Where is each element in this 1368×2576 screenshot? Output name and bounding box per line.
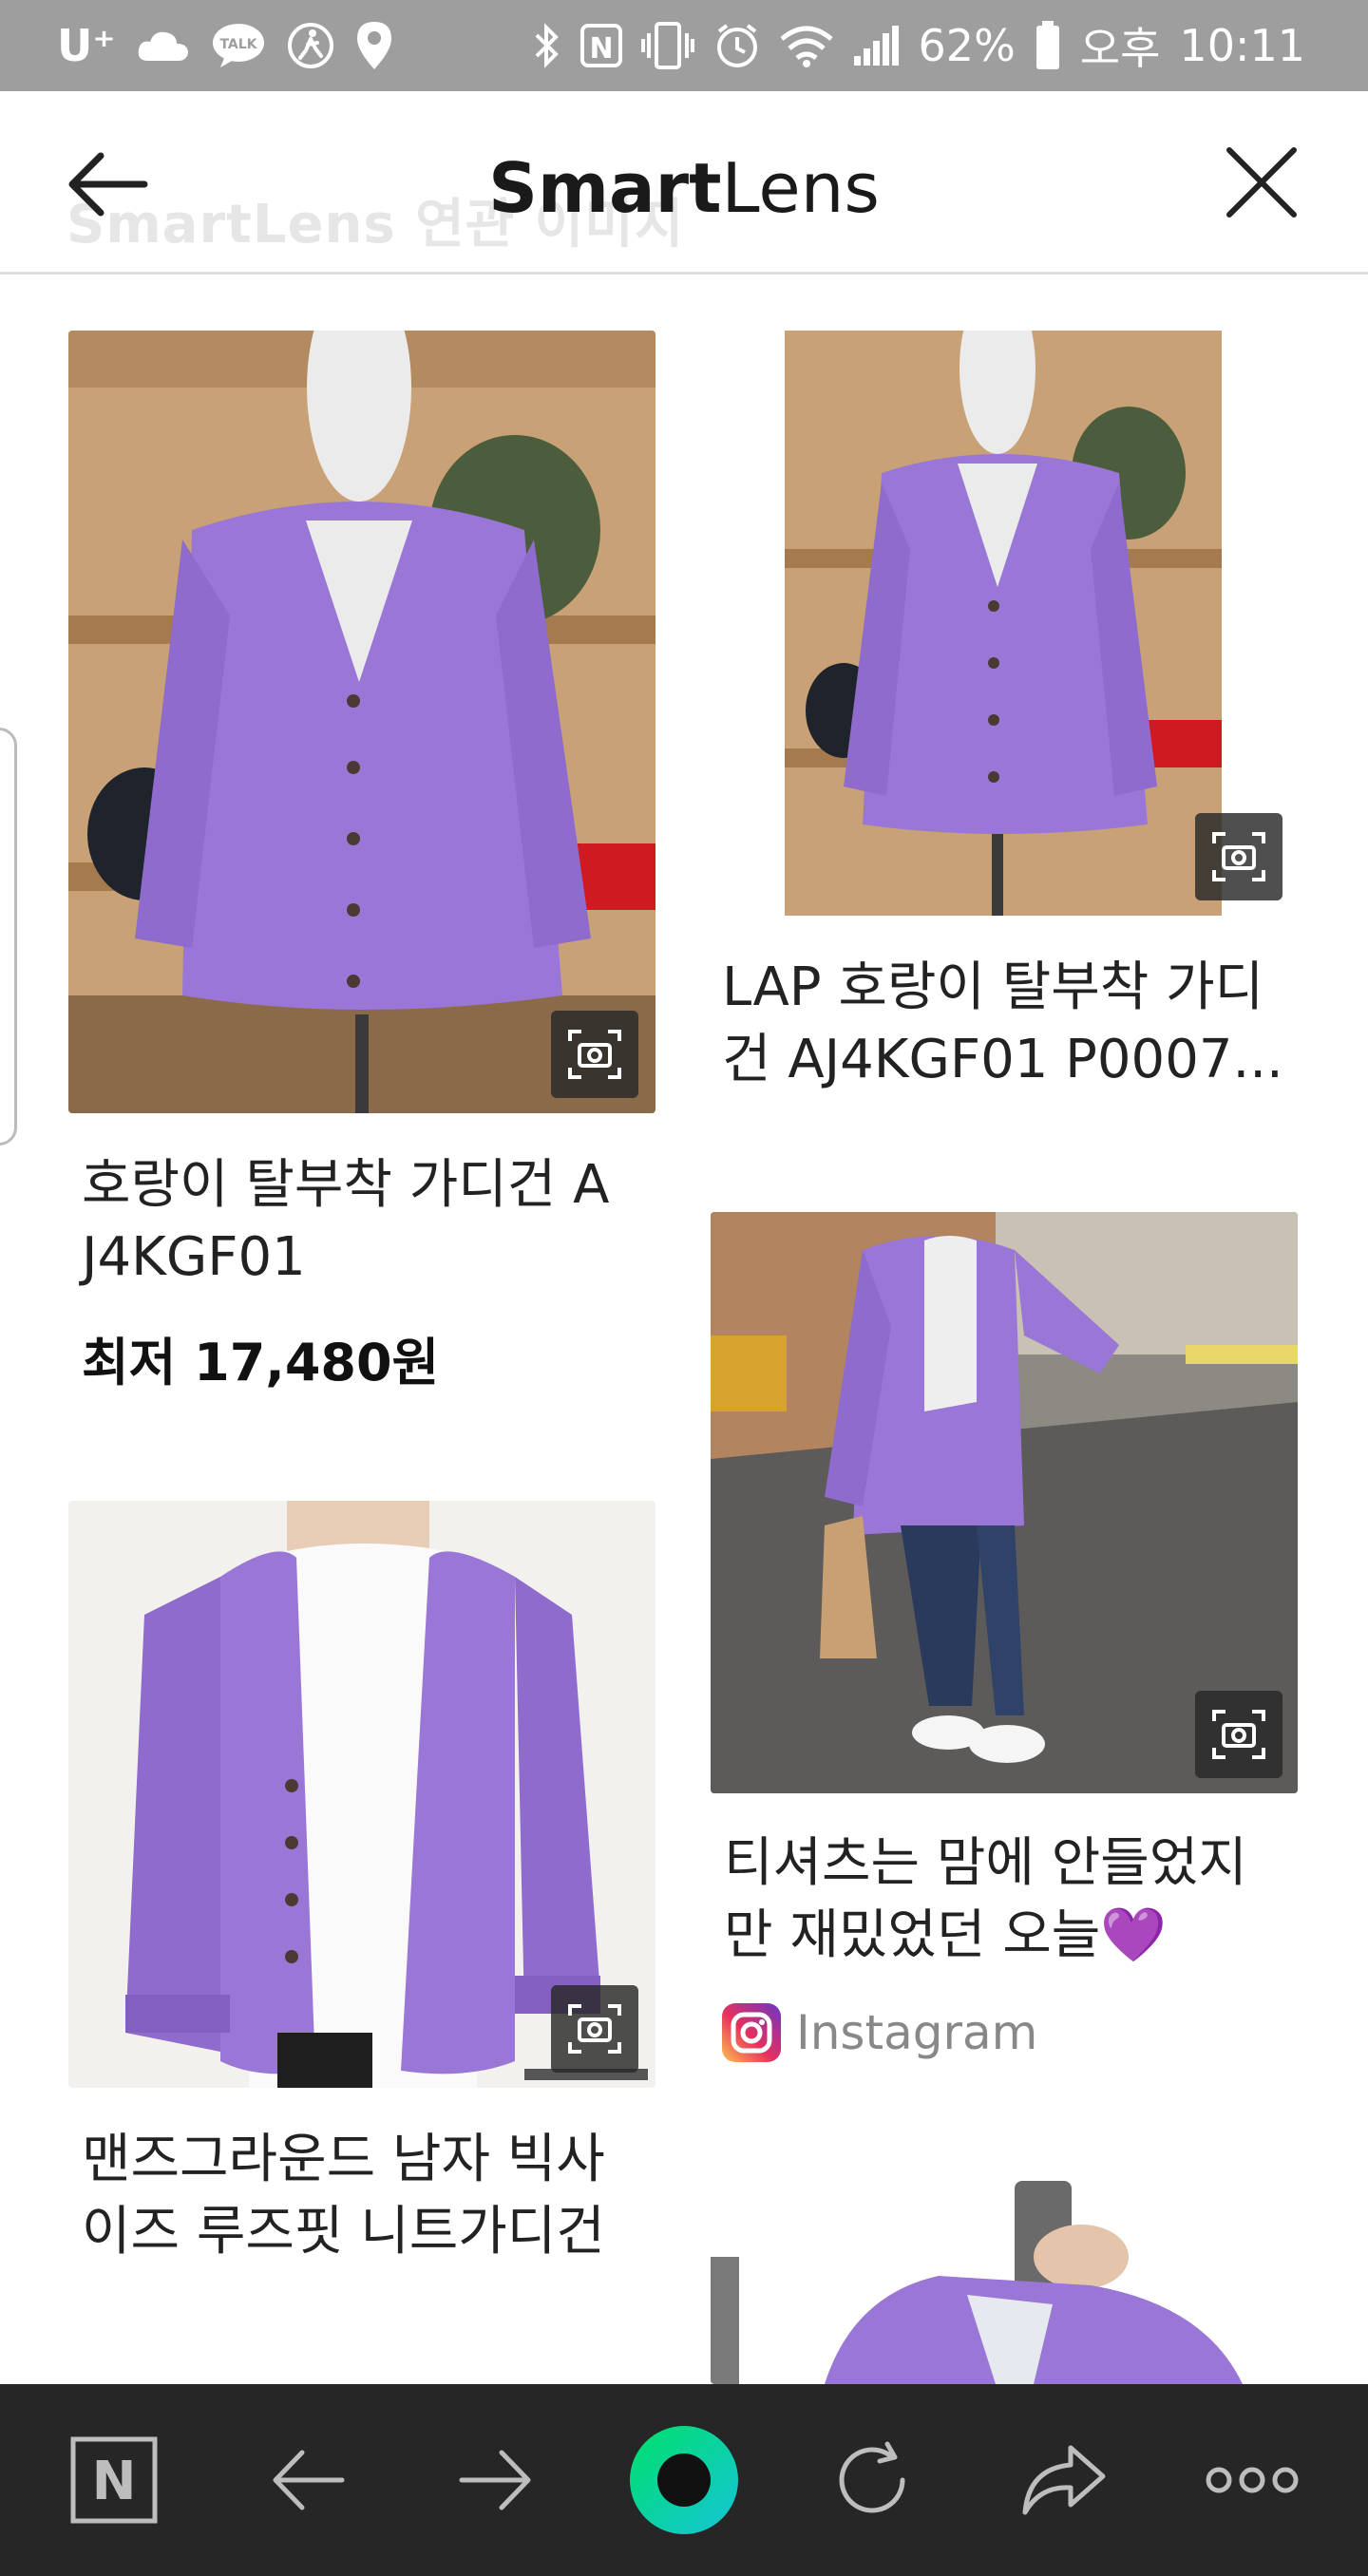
bluetooth-icon	[533, 22, 561, 69]
forward-icon	[459, 2450, 531, 2510]
title-line: 만 재밌었던 오늘💜	[724, 1904, 1167, 1966]
lens-search-button[interactable]	[551, 1985, 638, 2073]
location-icon	[355, 20, 393, 71]
status-bar: U⁺ TALK N 62% 오후 10:11	[0, 0, 1368, 91]
alarm-icon	[713, 22, 761, 69]
camera-scan-icon	[568, 2004, 621, 2054]
edge-panel-handle[interactable]	[0, 728, 17, 1146]
product-title[interactable]: 호랑이 탈부착 가디건 A J4KGF01	[82, 1149, 652, 1294]
source-name: Instagram	[796, 2005, 1038, 2060]
lens-search-button[interactable]	[1195, 1691, 1282, 1778]
greendot-button[interactable]	[618, 2384, 750, 2576]
product-image[interactable]	[68, 331, 656, 1113]
carrier-label: U⁺	[57, 20, 116, 71]
camera-scan-icon	[568, 1030, 621, 1079]
wifi-icon	[779, 24, 833, 67]
result-card[interactable]: LAP 호랑이 탈부착 가디 건 AJ4KGF01 P0007...	[711, 331, 1300, 1109]
title-line: 맨즈그라운드 남자 빅사	[82, 2129, 605, 2190]
svg-text:N: N	[589, 32, 613, 66]
post-title[interactable]: 티셔츠는 맘에 안들었지 만 재밌었던 오늘💜	[724, 1828, 1294, 1972]
naver-home-button[interactable]: N	[55, 2384, 173, 2576]
title-line: J4KGF01	[82, 1226, 306, 1288]
title-light: Lens	[721, 148, 880, 228]
title-line: 이즈 루즈핏 니트가디건	[82, 2201, 605, 2263]
vibrate-icon	[640, 22, 694, 69]
cloud-icon	[137, 28, 190, 63]
product-title[interactable]: 맨즈그라운드 남자 빅사 이즈 루즈핏 니트가디건	[82, 2124, 652, 2268]
clock: 10:11	[1179, 20, 1305, 71]
close-button[interactable]	[1216, 137, 1307, 228]
battery-icon	[1035, 21, 1061, 70]
time-period: 오후	[1079, 23, 1161, 74]
camera-scan-icon	[1212, 832, 1265, 881]
page-title: SmartLens	[0, 148, 1368, 228]
naver-home-icon: N	[70, 2436, 158, 2524]
more-icon	[1206, 2467, 1299, 2493]
lowest-price: 최저 17,480원	[82, 1333, 440, 1392]
title-line: 건 AJ4KGF01 P0007...	[722, 1029, 1283, 1090]
result-card[interactable]: 호랑이 탈부착 가디건 A J4KGF01 최저 17,480원	[68, 331, 657, 1432]
forward-nav-button[interactable]	[437, 2384, 555, 2576]
title-line: LAP 호랑이 탈부착 가디	[722, 957, 1264, 1018]
greendot-icon	[630, 2426, 738, 2534]
signal-icon	[852, 24, 900, 67]
instagram-icon	[722, 2003, 781, 2062]
share-icon	[1022, 2445, 1106, 2515]
refresh-button[interactable]	[813, 2384, 931, 2576]
svg-text:N: N	[92, 2451, 137, 2512]
battery-percent: 62%	[918, 20, 1016, 71]
result-card[interactable]: 맨즈그라운드 남자 빅사 이즈 루즈핏 니트가디건	[68, 1501, 657, 2280]
camera-scan-icon	[1212, 1710, 1265, 1759]
nfc-icon: N	[580, 24, 622, 67]
post-image[interactable]	[711, 1212, 1298, 1793]
lens-search-button[interactable]	[1195, 813, 1282, 900]
product-image[interactable]	[68, 1501, 656, 2088]
lens-search-button[interactable]	[551, 1011, 638, 1098]
back-nav-button[interactable]	[249, 2384, 367, 2576]
app-header: SmartLens 연관 이미지 SmartLens	[0, 91, 1368, 275]
back-icon	[273, 2450, 345, 2510]
product-title[interactable]: LAP 호랑이 탈부착 가디 건 AJ4KGF01 P0007...	[722, 952, 1292, 1096]
browser-toolbar: N	[0, 2384, 1368, 2576]
refresh-icon	[839, 2441, 905, 2513]
product-image[interactable]	[711, 331, 1298, 916]
result-card[interactable]: 티셔츠는 맘에 안들었지 만 재밌었던 오늘💜 Instagram	[711, 1212, 1300, 2076]
close-icon	[1226, 147, 1297, 218]
more-button[interactable]	[1193, 2384, 1311, 2576]
kakaotalk-icon: TALK	[211, 22, 266, 69]
result-card[interactable]	[711, 2181, 1300, 2384]
title-line: 호랑이 탈부착 가디건 A	[82, 1154, 610, 1216]
walk-icon	[287, 22, 334, 69]
share-button[interactable]	[1005, 2384, 1123, 2576]
title-line: 티셔츠는 맘에 안들었지	[724, 1832, 1247, 1894]
product-image[interactable]	[711, 2181, 1298, 2384]
title-bold: Smart	[488, 148, 722, 228]
source-row[interactable]: Instagram	[722, 2002, 1037, 2063]
svg-text:TALK: TALK	[219, 37, 257, 52]
